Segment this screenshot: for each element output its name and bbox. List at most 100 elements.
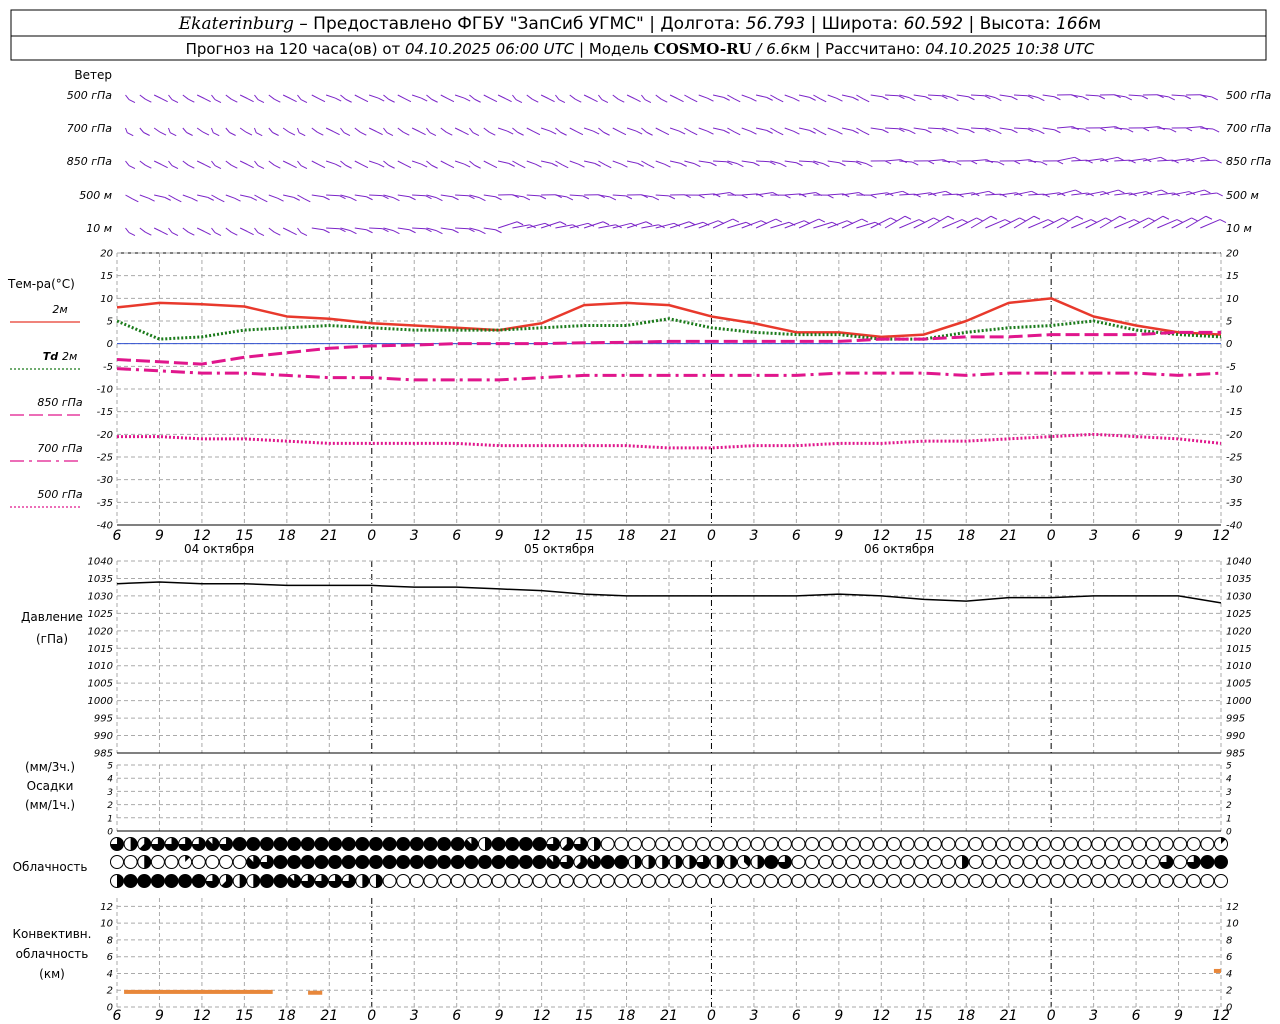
wind-barb-flag bbox=[388, 164, 395, 169]
cloud-symbol bbox=[900, 837, 915, 851]
y-tick-label: 1025 bbox=[88, 609, 113, 620]
cloud-symbol bbox=[1214, 874, 1228, 888]
wind-barb-staff bbox=[755, 94, 767, 98]
cloud-symbol bbox=[682, 874, 697, 888]
wind-barb-flag bbox=[360, 131, 367, 136]
wind-barb-staff bbox=[583, 221, 604, 229]
wind-level-label: 500 гПа bbox=[67, 89, 113, 102]
wind-barb-flag bbox=[170, 132, 177, 137]
cloud-symbol bbox=[927, 874, 942, 888]
time-tick-label: 3 bbox=[410, 528, 419, 544]
cloud-fill bbox=[464, 855, 478, 869]
wind-barb-flag bbox=[793, 97, 800, 102]
cloud-fill bbox=[274, 837, 288, 851]
wind-barb-staff bbox=[254, 160, 259, 166]
wind-barb-staff bbox=[497, 160, 509, 164]
cloud-fill bbox=[505, 855, 519, 869]
wind-barb-staff bbox=[1013, 127, 1028, 130]
time-tick-label: 18 bbox=[618, 1008, 636, 1024]
cloud-symbol bbox=[1064, 874, 1079, 888]
convective-bar bbox=[308, 990, 323, 995]
cloud-fill bbox=[410, 855, 424, 869]
wind-barb-flag bbox=[954, 161, 962, 166]
temperature-series-line bbox=[116, 367, 1222, 382]
cloud-symbol bbox=[587, 874, 602, 888]
wind-barb-staff bbox=[712, 94, 724, 98]
cloud-symbol bbox=[914, 837, 929, 851]
header-line-2: Прогноз на 120 часа(ов) от 04.10.2025 06… bbox=[186, 40, 1095, 58]
wind-barb-flag bbox=[1215, 159, 1222, 164]
wind-barb-flag bbox=[532, 98, 539, 103]
y-tick-label: 10 bbox=[100, 919, 113, 930]
y-tick-label: 0 bbox=[1226, 828, 1232, 838]
wind-barb-flag bbox=[1162, 215, 1170, 220]
wind-barb-staff bbox=[841, 94, 853, 98]
wind-barb-staff bbox=[225, 160, 232, 166]
wind-barb-flag bbox=[186, 132, 193, 136]
wind-barb-flag bbox=[862, 98, 870, 103]
wind-barb-flag bbox=[734, 98, 741, 103]
wind-barb-staff bbox=[798, 127, 810, 131]
wind-barb-flag bbox=[780, 163, 787, 168]
wind-barb-flag bbox=[255, 132, 263, 137]
wind-barb-staff bbox=[483, 160, 492, 166]
wind-barb-flag bbox=[707, 130, 714, 135]
wind-barb-staff bbox=[340, 127, 345, 133]
wind-barb-flag bbox=[290, 164, 297, 169]
wind-barb-staff bbox=[1200, 127, 1214, 130]
wind-barb-staff bbox=[139, 227, 146, 233]
wind-barb-flag bbox=[452, 229, 459, 234]
wind-barb-flag bbox=[334, 97, 342, 102]
wind-barb-staff bbox=[211, 194, 219, 200]
wind-barb-staff bbox=[870, 127, 883, 131]
y-tick-label: 12 bbox=[1226, 902, 1239, 913]
wind-barb-flag bbox=[376, 131, 383, 136]
wind-barb-staff bbox=[411, 160, 422, 165]
cloud-fill bbox=[301, 855, 315, 869]
cloud-fill bbox=[716, 855, 724, 869]
wind-barb-staff bbox=[927, 127, 942, 130]
wind-barb-flag bbox=[495, 229, 502, 234]
wind-barb-staff bbox=[755, 192, 773, 196]
wind-barb-staff bbox=[999, 94, 1012, 98]
cloud-symbol bbox=[886, 874, 901, 888]
wind-barb-flag bbox=[535, 163, 542, 168]
cloud-fill bbox=[757, 855, 765, 869]
wind-barb-staff bbox=[985, 193, 1001, 196]
wind-barb-staff bbox=[168, 94, 173, 100]
wind-barb-flag bbox=[523, 196, 531, 201]
legend-label: Td 2м bbox=[43, 350, 78, 363]
wind-barb-flag bbox=[605, 164, 612, 169]
wind-level-label: 850 гПа bbox=[67, 155, 113, 168]
cloud-fill bbox=[383, 837, 397, 851]
wind-barb-staff bbox=[755, 218, 777, 229]
cloud-symbol bbox=[1118, 874, 1133, 888]
wind-barb-flag bbox=[1031, 190, 1038, 195]
cloud-fill bbox=[730, 855, 737, 869]
temperature-grid bbox=[116, 252, 1222, 526]
convective-label-1: Конвективн. bbox=[13, 927, 92, 941]
wind-barb-flag bbox=[420, 97, 428, 102]
wind-barb-staff bbox=[440, 94, 449, 100]
wind-barb-staff bbox=[268, 127, 273, 133]
wind-barb-flag bbox=[1033, 215, 1041, 220]
cloud-fill bbox=[962, 855, 969, 869]
wind-barb-staff bbox=[454, 160, 465, 165]
wind-barb-flag bbox=[995, 97, 1002, 102]
wind-barb-staff bbox=[555, 127, 561, 133]
wind-barb-staff bbox=[211, 127, 214, 133]
wind-barb-flag bbox=[272, 132, 279, 136]
wind-barb-staff bbox=[626, 94, 635, 100]
wind-barb-staff bbox=[1099, 215, 1121, 229]
wind-barb-flag bbox=[472, 132, 480, 137]
wind-barb-flag bbox=[819, 98, 827, 103]
wind-barb-staff bbox=[483, 194, 496, 198]
wind-barb-staff bbox=[469, 94, 475, 100]
cloud-fill bbox=[675, 855, 683, 869]
cloud-fill bbox=[342, 837, 356, 851]
wind-barb-staff bbox=[827, 94, 837, 99]
wind-barb-flag bbox=[145, 164, 152, 169]
cloud-fill bbox=[396, 855, 410, 869]
cloud-fill bbox=[328, 837, 342, 851]
wind-barb-flag bbox=[839, 162, 846, 167]
